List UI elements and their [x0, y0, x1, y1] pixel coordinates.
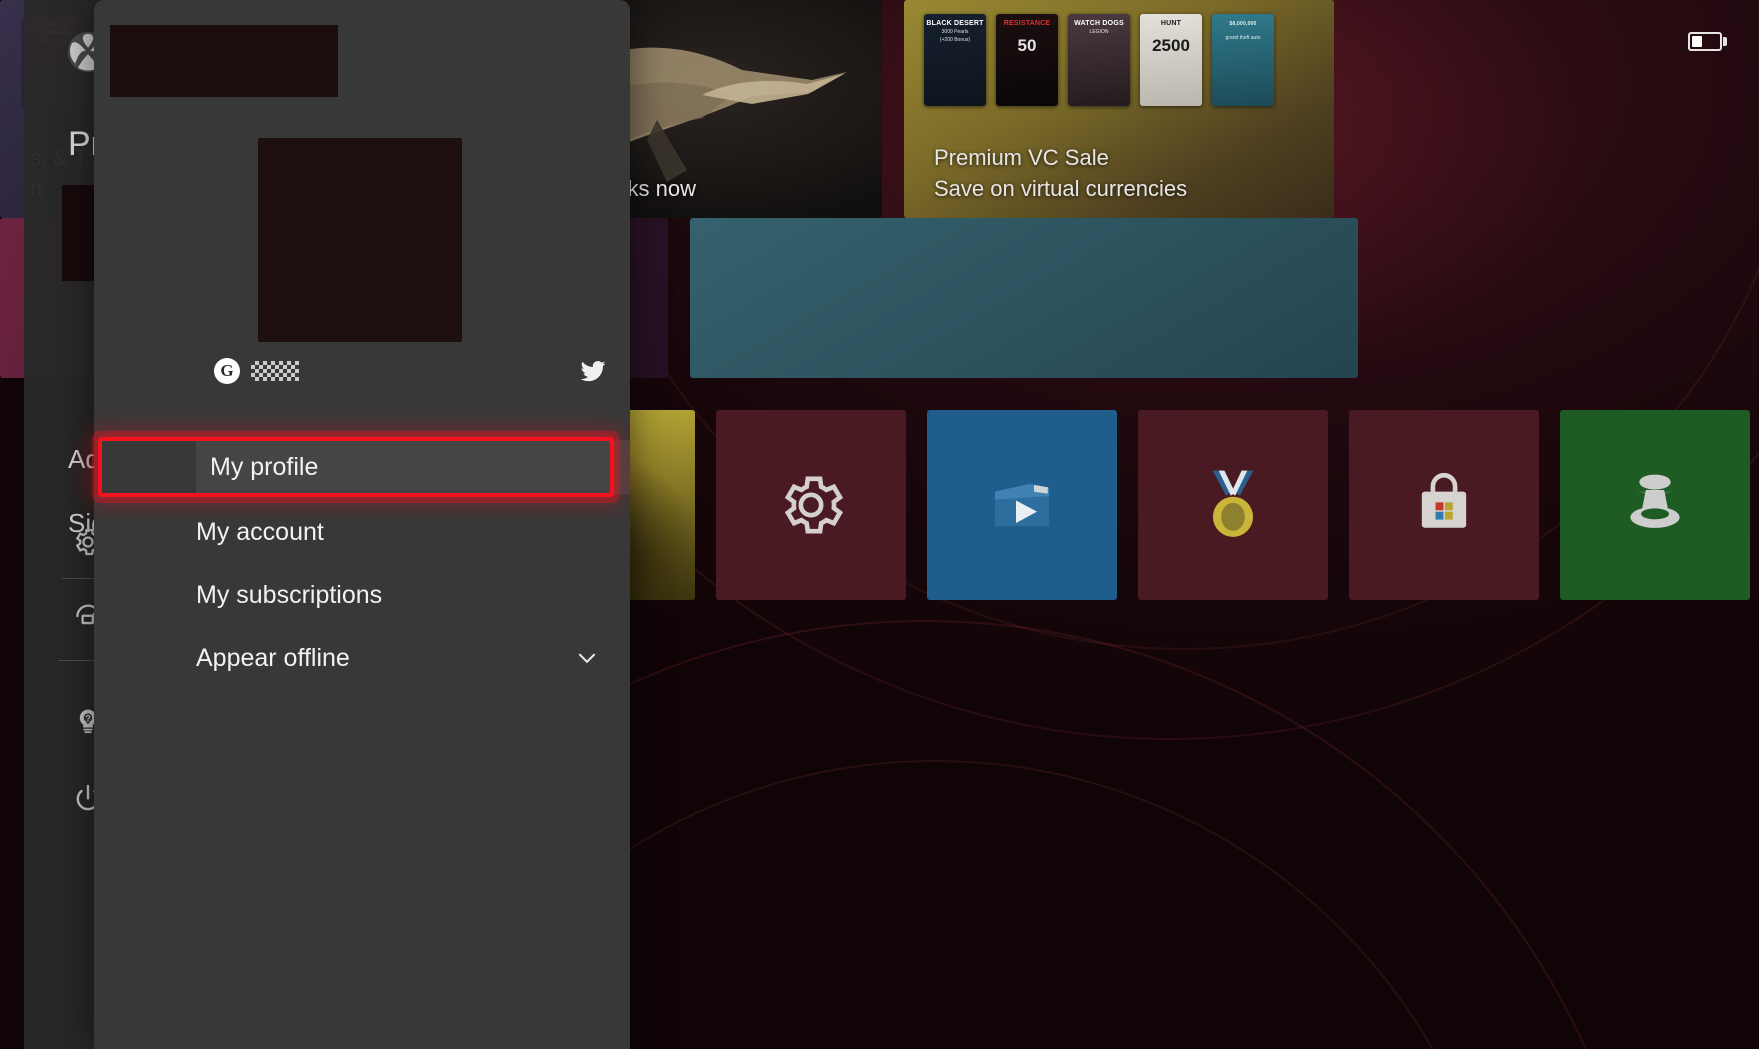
tile-vc-caption: Premium VC Sale Save on virtual currenci… — [934, 143, 1314, 204]
tile-store[interactable] — [1349, 410, 1539, 600]
vc-card-strip: BLACK DESERT 3000 Pearls (+200 Bonus) RESI… — [924, 14, 1274, 106]
joystick-icon — [1630, 474, 1680, 528]
gear-icon — [784, 476, 844, 534]
flyout-item-my-profile-label: My profile — [210, 452, 319, 481]
flyout-item-my-account[interactable]: My account — [196, 505, 630, 559]
tile-bottom-right[interactable] — [690, 218, 1358, 378]
flyout-item-my-subscriptions-label: My subscriptions — [196, 580, 383, 609]
gamerscore-row: G — [214, 354, 608, 388]
gamerscore-badge-icon: G — [214, 358, 240, 384]
tile-premium-vc-sale[interactable]: BLACK DESERT 3000 Pearls (+200 Bonus) RESI… — [904, 0, 1334, 218]
profile-banner-redacted — [110, 25, 338, 97]
media-player-icon — [995, 484, 1049, 526]
avatar — [258, 138, 462, 342]
flyout-item-appear-offline[interactable]: Appear offline — [196, 631, 630, 685]
flyout-item-my-profile[interactable]: My profile — [196, 440, 630, 494]
tile-media[interactable] — [927, 410, 1117, 600]
store-bag-icon — [1421, 472, 1467, 528]
flyout-item-appear-offline-label: Appear offline — [196, 643, 350, 672]
chevron-down-icon — [578, 653, 596, 664]
profile-flyout: G My profile My account My subscriptions… — [94, 0, 630, 1049]
tile-vc-caption-line2: Save on virtual currencies — [934, 175, 1188, 201]
twitter-icon[interactable] — [578, 356, 608, 386]
battery-icon — [1688, 32, 1727, 51]
tile-achievements[interactable] — [1138, 410, 1328, 600]
flyout-item-my-account-label: My account — [196, 517, 324, 546]
tile-game-pass[interactable] — [1560, 410, 1750, 600]
flyout-item-my-subscriptions[interactable]: My subscriptions — [196, 568, 630, 622]
pinned-tiles-row — [505, 410, 1750, 600]
gamerscore-value-redacted — [251, 361, 299, 381]
tile-vc-caption-line1: Premium VC Sale — [934, 145, 1109, 171]
svg-text:?: ? — [85, 714, 90, 724]
tile-settings[interactable] — [716, 410, 906, 600]
medal-icon — [1212, 470, 1254, 537]
